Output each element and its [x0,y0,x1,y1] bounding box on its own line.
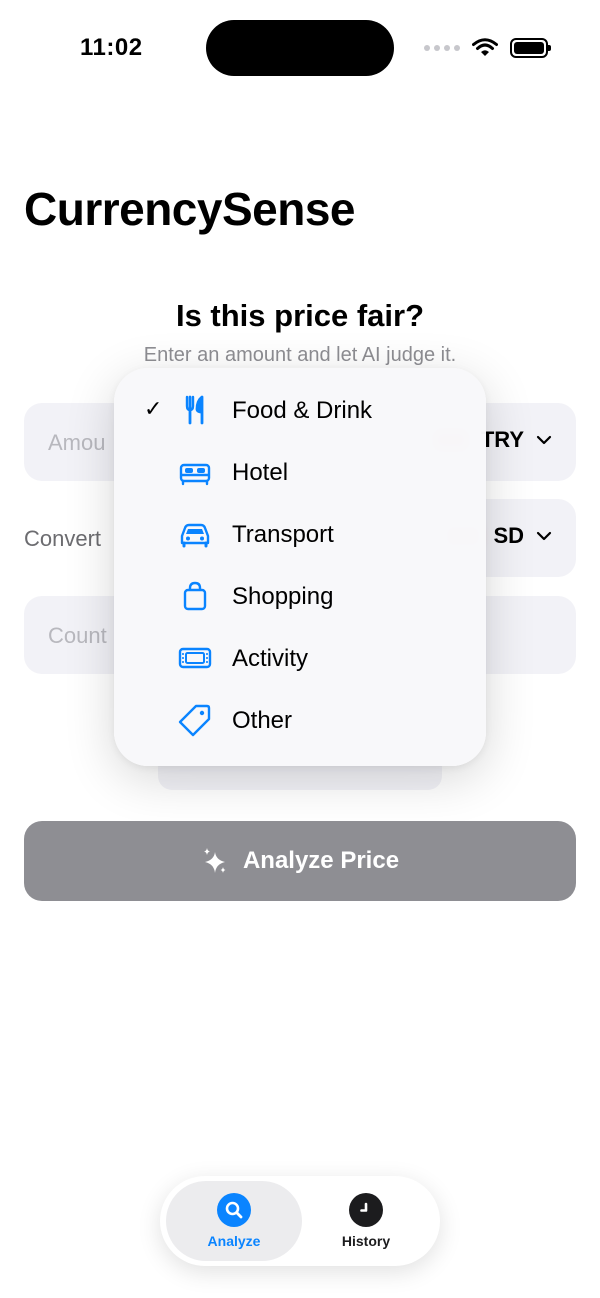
battery-icon [510,38,551,58]
category-menu: ✓ Food & Drink Hotel Transport Shopping … [114,368,486,766]
shopping-bag-icon [183,581,207,611]
country-placeholder: Count [48,623,107,648]
chevron-down-icon [536,531,552,541]
chevron-down-icon [536,435,552,445]
checkmark-icon: ✓ [144,396,163,421]
menu-item-other[interactable]: Other [114,689,486,751]
fork-knife-icon [185,395,204,425]
menu-item-label: Transport [232,521,334,548]
app-title: CurrencySense [24,183,356,235]
menu-item-transport[interactable]: Transport [114,503,486,565]
tab-history[interactable]: History [298,1181,434,1261]
menu-item-label: Shopping [232,583,334,610]
status-indicators [424,38,551,58]
menu-item-activity[interactable]: Activity [114,627,486,689]
cellular-signal-icon [424,45,460,51]
analyze-button-label: Analyze Price [242,847,400,874]
analyze-price-button[interactable]: Analyze Price [24,821,576,901]
ticket-icon [178,647,212,669]
tab-analyze[interactable]: Analyze [166,1181,302,1261]
subline: Enter an amount and let AI judge it. [143,344,457,366]
tab-label: History [341,1233,391,1249]
menu-item-label: Food & Drink [232,397,373,424]
wifi-icon [472,38,498,56]
convert-label: Convert [24,526,102,551]
headline: Is this price fair? [175,298,425,333]
dynamic-island [206,20,394,76]
bed-icon [179,463,211,486]
amount-placeholder: Amou [48,430,106,455]
tab-bar: Analyze History [160,1176,440,1266]
status-time: 11:02 [80,34,143,61]
menu-item-label: Activity [232,645,309,672]
menu-item-shopping[interactable]: Shopping [114,565,486,627]
menu-item-hotel[interactable]: Hotel [114,441,486,503]
clock-icon [349,1193,383,1227]
car-icon [180,523,210,548]
menu-item-label: Other [232,707,293,734]
tab-label: Analyze [207,1233,261,1249]
sparkles-icon [203,848,226,873]
menu-item-food-drink[interactable]: ✓ Food & Drink [114,379,486,441]
menu-item-label: Hotel [232,459,289,486]
convert-currency-label: SD [493,523,524,548]
amount-currency-label: TRY [480,427,524,452]
search-icon [217,1193,251,1227]
tag-icon [178,704,211,737]
